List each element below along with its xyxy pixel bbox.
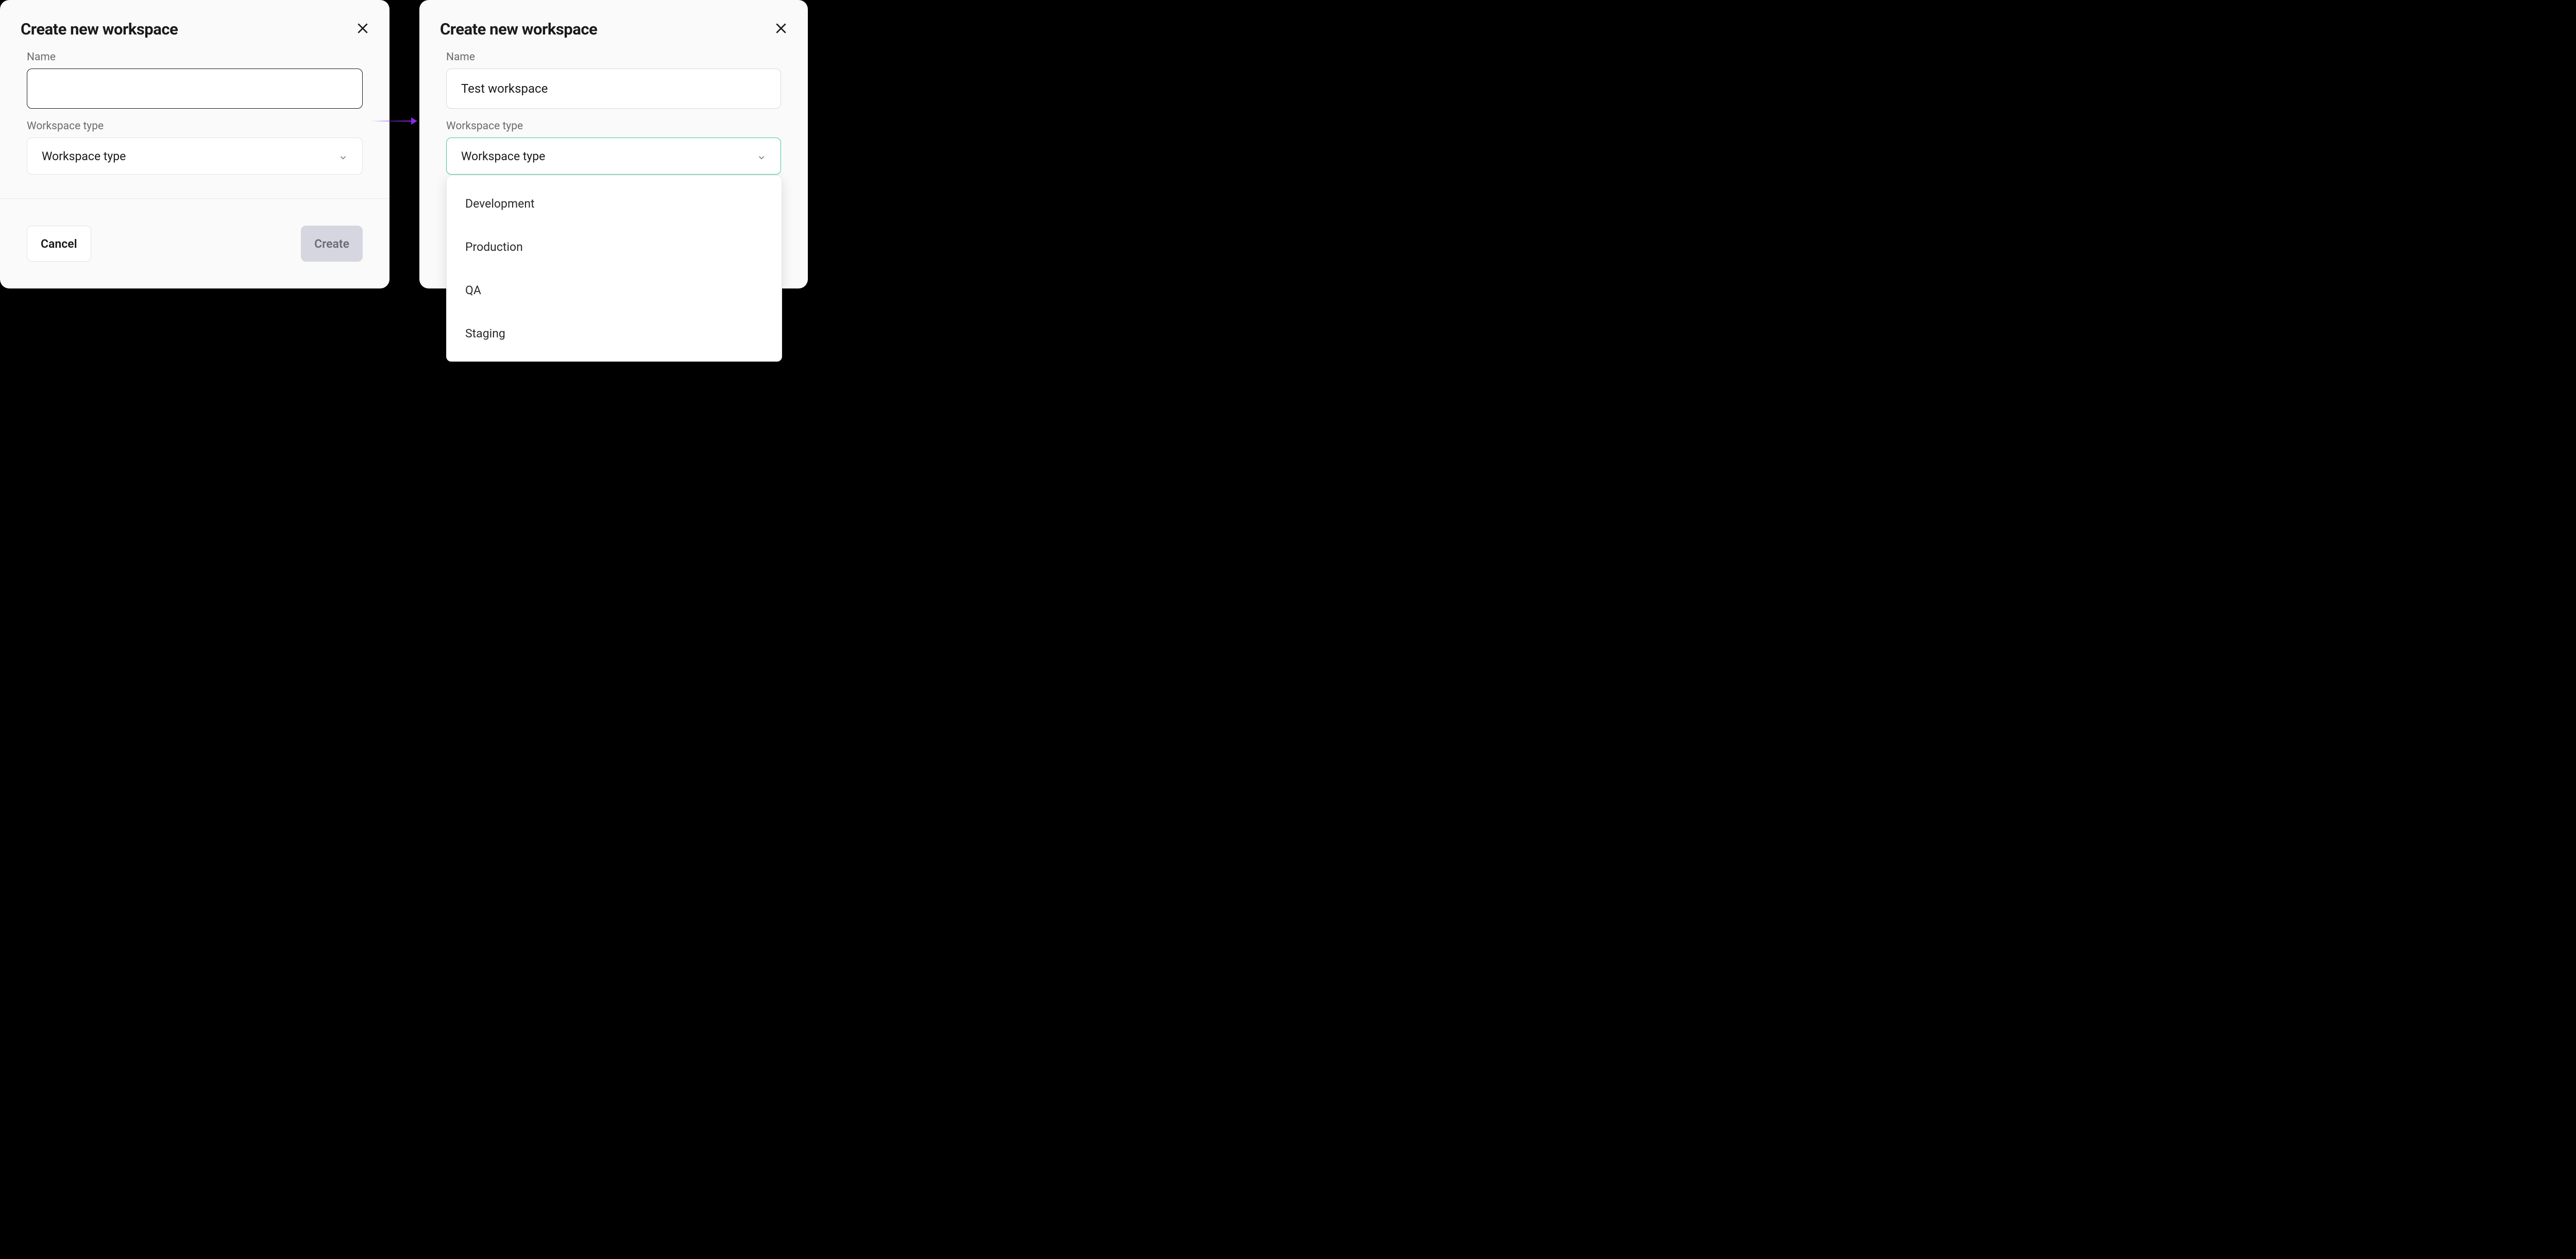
workspace-type-field: Workspace type Workspace type (446, 120, 781, 175)
close-button[interactable] (774, 22, 788, 37)
cancel-button[interactable]: Cancel (27, 226, 91, 262)
dropdown-option-production[interactable]: Production (447, 225, 782, 268)
name-label: Name (446, 51, 781, 63)
create-workspace-dialog-initial: Create new workspace Name Workspace type… (0, 0, 389, 288)
dialog-title: Create new workspace (440, 20, 597, 39)
create-button[interactable]: Create (301, 226, 363, 262)
transition-arrow (371, 116, 417, 126)
arrow-line-icon (371, 121, 411, 122)
workspace-type-field: Workspace type Workspace type (27, 120, 363, 175)
create-workspace-dialog-dropdown-open: Create new workspace Name Workspace type… (419, 0, 808, 288)
dialog-body: Name Workspace type Workspace type (0, 39, 389, 175)
arrow-head-icon (411, 117, 417, 125)
select-placeholder: Workspace type (461, 149, 545, 163)
chevron-down-icon (757, 151, 766, 161)
close-icon (774, 22, 788, 37)
workspace-type-label: Workspace type (27, 120, 363, 132)
workspace-type-select[interactable]: Workspace type (27, 138, 363, 175)
dialog-header: Create new workspace (0, 0, 389, 39)
dropdown-option-qa[interactable]: QA (447, 268, 782, 312)
workspace-type-select[interactable]: Workspace type (446, 138, 781, 175)
dropdown-option-label: Production (465, 240, 523, 254)
name-label: Name (27, 51, 363, 63)
name-input[interactable] (27, 69, 363, 109)
dropdown-option-staging[interactable]: Staging (447, 312, 782, 355)
chevron-down-icon (338, 151, 348, 161)
workspace-type-label: Workspace type (446, 120, 781, 132)
dialog-title: Create new workspace (21, 20, 178, 39)
dropdown-option-development[interactable]: Development (447, 182, 782, 225)
dropdown-option-label: Development (465, 197, 535, 211)
name-input[interactable] (446, 69, 781, 109)
dialog-body: Name Workspace type Workspace type (419, 39, 808, 175)
workspace-type-dropdown: Development Production QA Staging (446, 175, 782, 362)
close-button[interactable] (355, 22, 370, 37)
dialog-footer: Cancel Create (0, 198, 389, 288)
dropdown-option-label: Staging (465, 327, 505, 341)
name-field: Name (27, 51, 363, 109)
name-field: Name (446, 51, 781, 109)
dropdown-option-label: QA (465, 283, 481, 297)
select-placeholder: Workspace type (42, 149, 126, 163)
close-icon (356, 22, 369, 37)
dialog-header: Create new workspace (419, 0, 808, 39)
